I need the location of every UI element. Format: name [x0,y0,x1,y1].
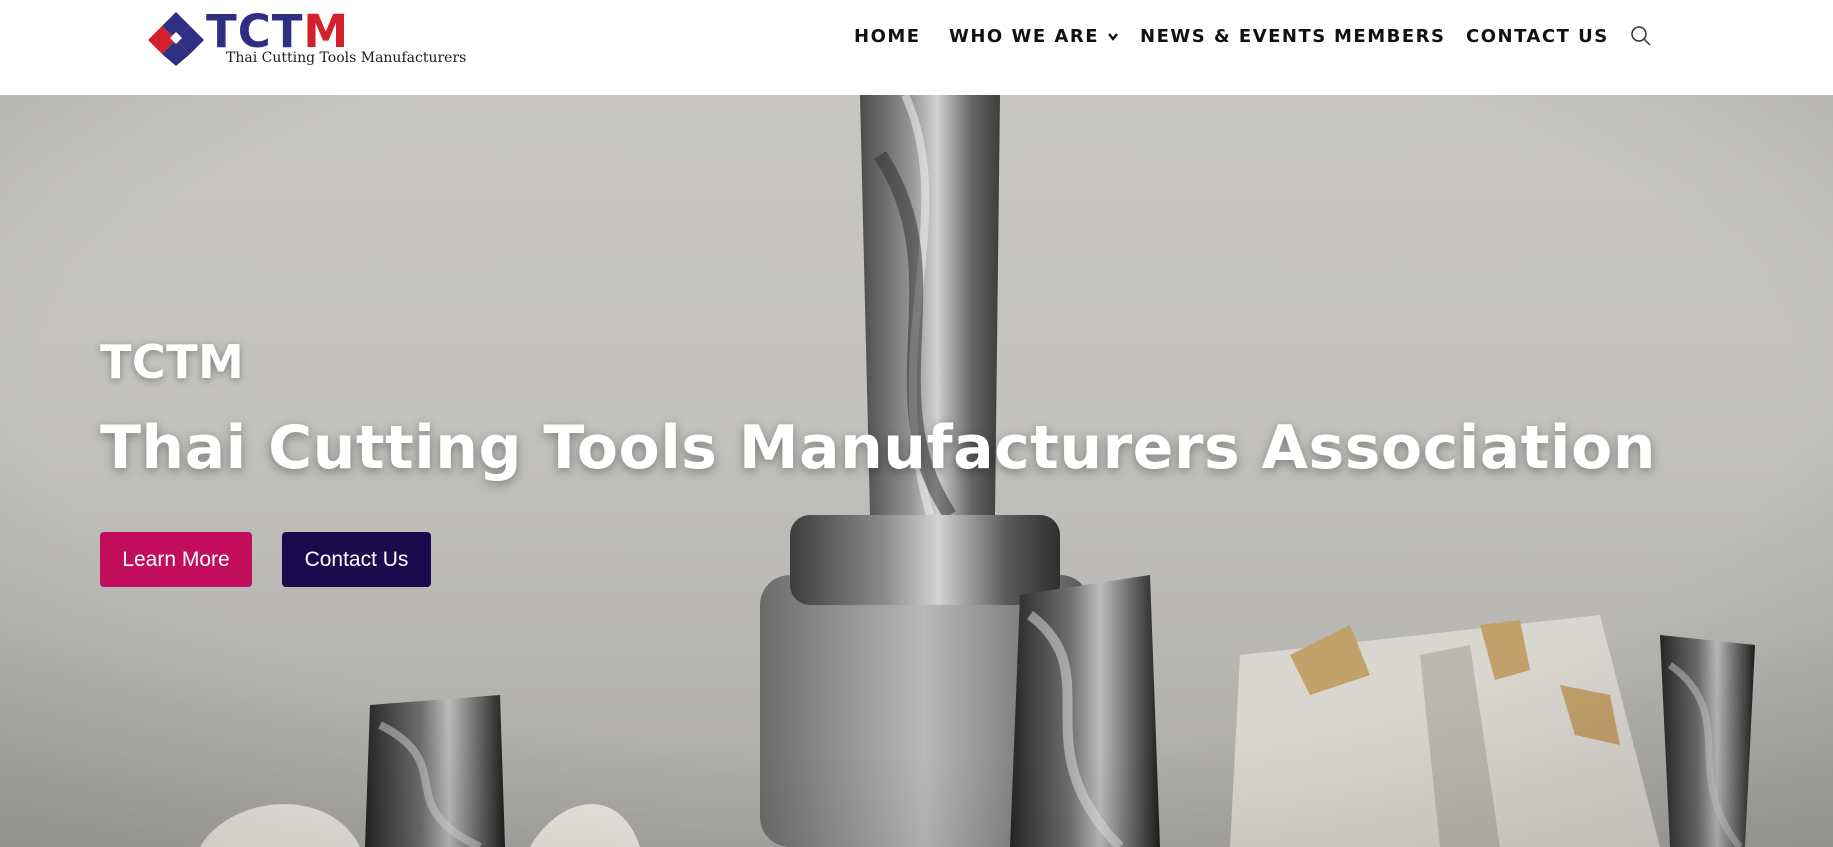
contact-us-button[interactable]: Contact Us [282,532,431,587]
site-logo[interactable]: TCTM Thai Cutting Tools Manufacturers [148,5,466,70]
nav-members[interactable]: MEMBERS [1334,26,1445,47]
logo-tagline: Thai Cutting Tools Manufacturers [226,50,467,66]
nav-contact-us[interactable]: CONTACT US [1466,26,1609,47]
nav-home[interactable]: HOME [854,26,921,47]
nav-who-we-are[interactable]: WHO WE ARE [949,26,1119,47]
site-header: TCTM Thai Cutting Tools Manufacturers HO… [0,0,1833,95]
logo-wordmark: TCTM [206,5,350,58]
nav-news-events[interactable]: NEWS & EVENTS [1140,26,1327,47]
nav-who-we-are-label: WHO WE ARE [949,26,1099,47]
learn-more-button[interactable]: Learn More [100,532,252,587]
search-icon[interactable] [1630,25,1652,47]
logo-diamond-mark [148,12,204,66]
hero-banner: TCTM Thai Cutting Tools Manufacturers As… [0,95,1833,847]
chevron-down-icon [1108,33,1118,41]
hero-title: Thai Cutting Tools Manufacturers Associa… [100,413,1656,483]
hero-kicker: TCTM [100,335,245,389]
